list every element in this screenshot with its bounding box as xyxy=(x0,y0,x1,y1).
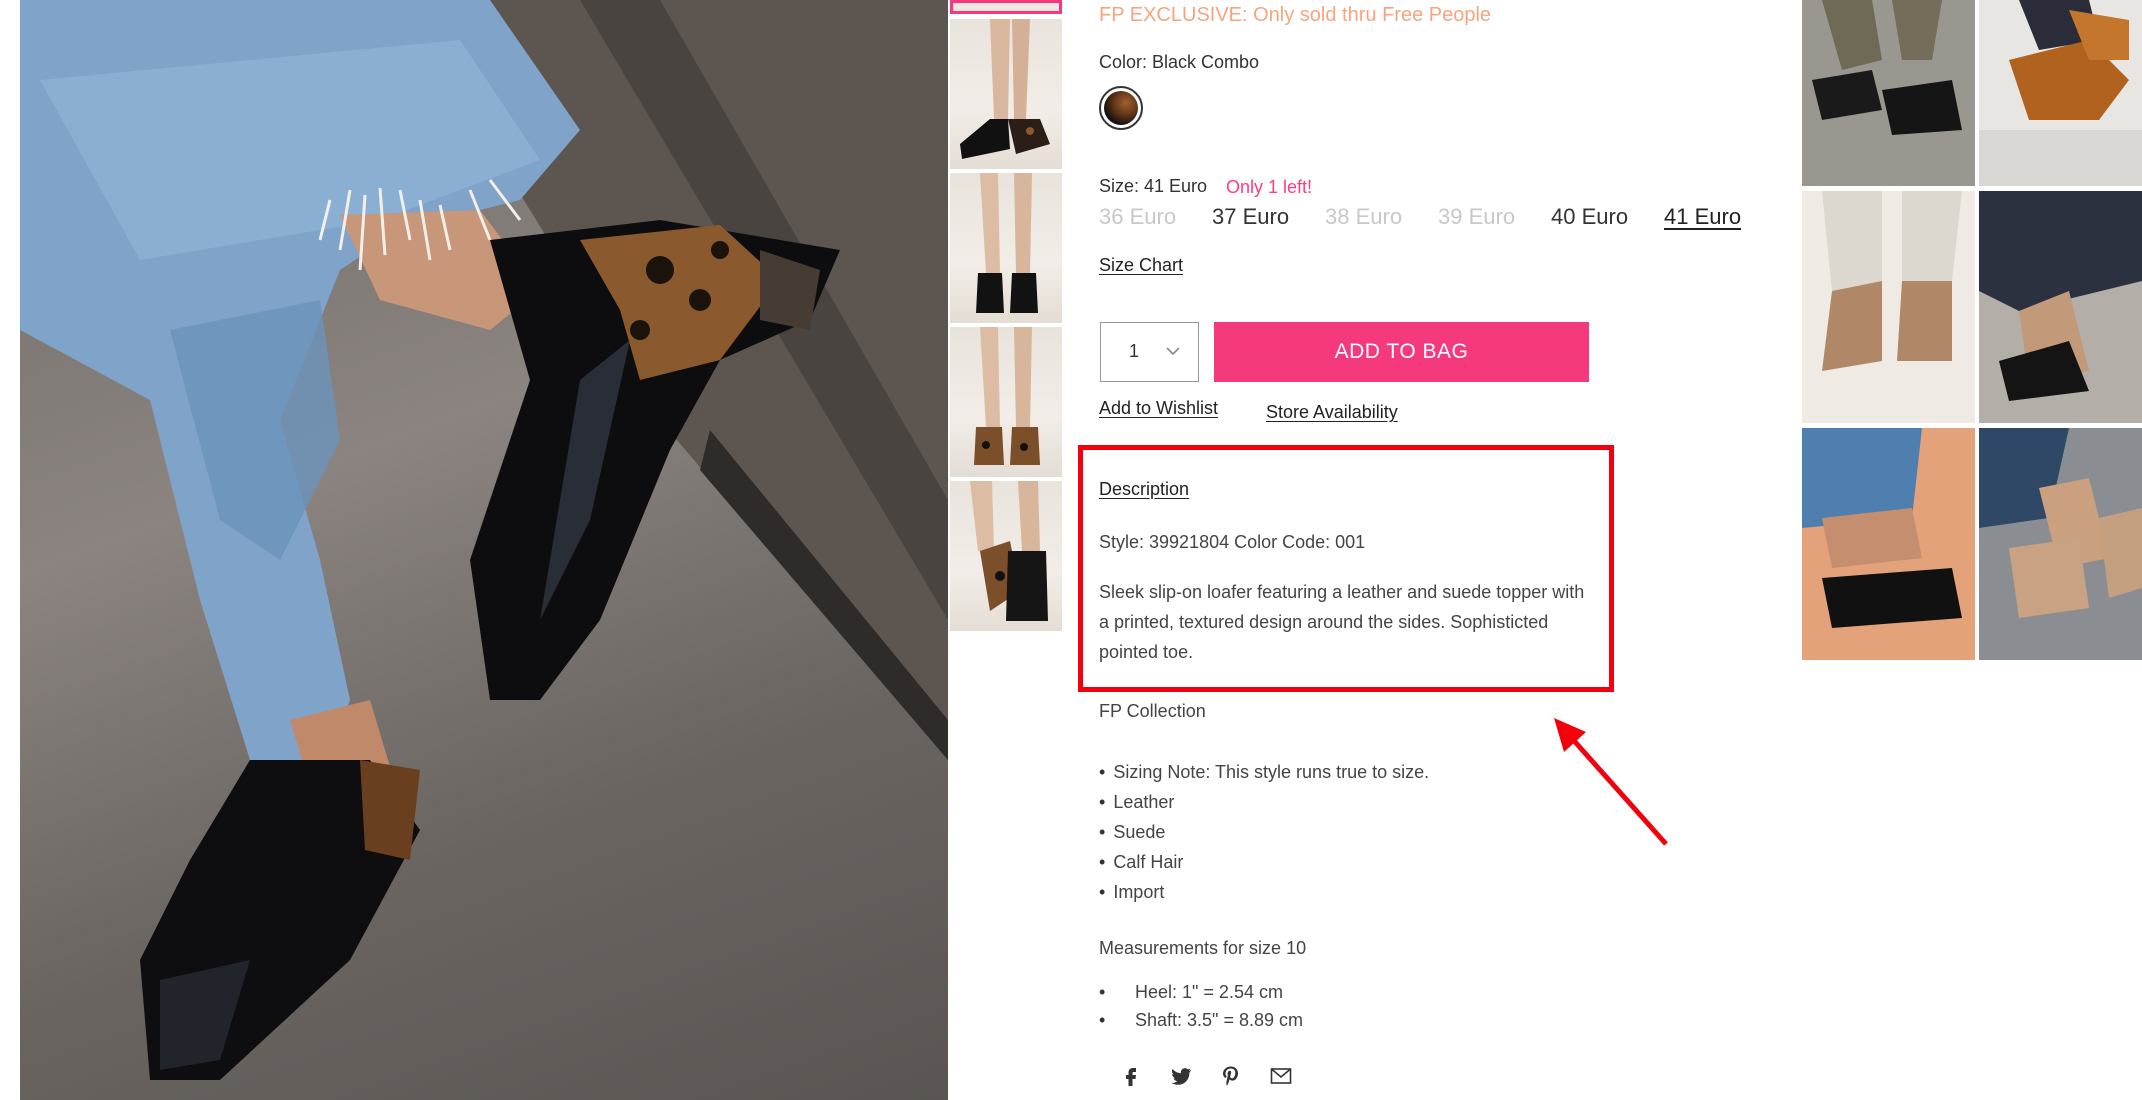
thumbnail-5[interactable] xyxy=(950,481,1062,631)
related-product-2[interactable] xyxy=(1979,0,2142,186)
add-to-bag-button[interactable]: ADD TO BAG xyxy=(1214,322,1589,382)
size-option-41[interactable]: 41 Euro xyxy=(1664,204,1741,230)
stock-notice: Only 1 left! xyxy=(1226,177,1313,197)
thumbnail-4[interactable] xyxy=(950,327,1062,477)
color-label: Color: Black Combo xyxy=(1099,52,1260,72)
pinterest-icon[interactable] xyxy=(1219,1064,1243,1088)
size-chart-link[interactable]: Size Chart xyxy=(1099,255,1183,276)
size-option-37[interactable]: 37 Euro xyxy=(1212,204,1289,230)
collection-label: FP Collection xyxy=(1099,701,1206,721)
size-selector: 36 Euro 37 Euro 38 Euro 39 Euro 40 Euro … xyxy=(1099,204,1779,234)
size-option-40[interactable]: 40 Euro xyxy=(1551,204,1628,230)
thumbnail-3[interactable] xyxy=(950,173,1062,323)
add-to-wishlist-link[interactable]: Add to Wishlist xyxy=(1099,398,1218,419)
swatch-fill xyxy=(1104,91,1138,125)
thumbnail-2[interactable] xyxy=(950,19,1062,169)
list-item: Suede xyxy=(1099,817,1429,847)
list-item: Shaft: 3.5" = 8.89 cm xyxy=(1099,1006,1303,1034)
size-option-38[interactable]: 38 Euro xyxy=(1325,204,1402,230)
measurements-heading: Measurements for size 10 xyxy=(1099,938,1307,958)
size-option-39[interactable]: 39 Euro xyxy=(1438,204,1515,230)
main-product-image[interactable] xyxy=(20,0,948,1100)
quantity-value: 1 xyxy=(1129,341,1140,361)
size-label: Size: 41 Euro xyxy=(1099,176,1208,196)
related-product-5[interactable] xyxy=(1802,428,1975,660)
feature-list: Sizing Note: This style runs true to siz… xyxy=(1099,757,1429,907)
thumbnail-1[interactable] xyxy=(950,0,1062,14)
related-product-6[interactable] xyxy=(1979,428,2142,660)
exclusive-notice: FP EXCLUSIVE: Only sold thru Free People xyxy=(1099,4,1492,26)
list-item: Leather xyxy=(1099,787,1429,817)
facebook-icon[interactable] xyxy=(1119,1064,1143,1088)
twitter-icon[interactable] xyxy=(1169,1064,1193,1088)
store-availability-link[interactable]: Store Availability xyxy=(1266,402,1398,423)
list-item: Import xyxy=(1099,877,1429,907)
description-heading[interactable]: Description xyxy=(1099,479,1189,500)
related-product-1[interactable] xyxy=(1802,0,1975,186)
measurements-list: Heel: 1" = 2.54 cm Shaft: 3.5" = 8.89 cm xyxy=(1099,978,1303,1034)
size-option-36[interactable]: 36 Euro xyxy=(1099,204,1176,230)
chevron-down-icon xyxy=(1166,347,1180,356)
related-product-3[interactable] xyxy=(1802,191,1975,423)
list-item: Calf Hair xyxy=(1099,847,1429,877)
list-item: Heel: 1" = 2.54 cm xyxy=(1099,978,1303,1006)
quantity-select[interactable]: 1 xyxy=(1100,322,1199,382)
annotation-arrow-icon xyxy=(1554,718,1668,846)
description-body: Sleek slip-on loafer featuring a leather… xyxy=(1099,582,1585,662)
email-icon[interactable] xyxy=(1269,1064,1293,1088)
list-item: Sizing Note: This style runs true to siz… xyxy=(1099,757,1429,787)
related-products-grid xyxy=(1802,0,2142,660)
related-product-4[interactable] xyxy=(1979,191,2142,423)
color-swatch-black-combo[interactable] xyxy=(1099,86,1143,130)
style-code: Style: 39921804 Color Code: 001 xyxy=(1099,532,1366,552)
